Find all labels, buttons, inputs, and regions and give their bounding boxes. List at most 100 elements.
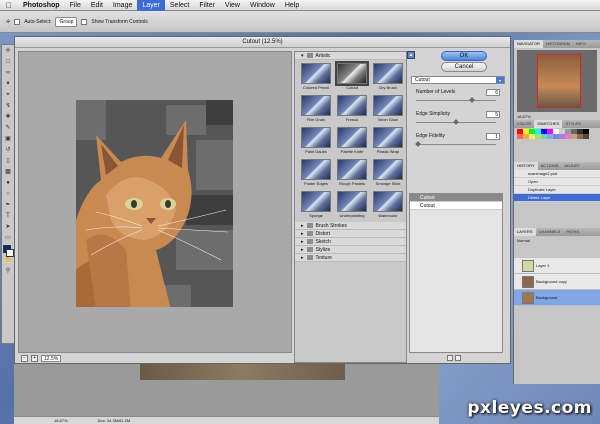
shape-icon[interactable]: ▭ — [3, 234, 13, 243]
tab-channels[interactable]: CHANNELS — [536, 228, 564, 236]
crop-icon[interactable]: ⌖ — [3, 91, 13, 100]
menu-select[interactable]: Select — [165, 0, 194, 11]
thumb-dry-brush[interactable]: Dry Brush — [371, 63, 405, 92]
blend-mode-select[interactable]: Normal — [514, 236, 600, 244]
hand-icon[interactable]: ✋ — [3, 256, 13, 265]
thumb-palette-knife[interactable]: Palette Knife — [335, 127, 369, 156]
preview-zoom-value[interactable]: 12.5% — [41, 355, 62, 362]
tab-actions[interactable]: ACTIONS — [538, 162, 562, 170]
layer-row[interactable]: Background — [514, 290, 600, 306]
stamp-icon[interactable]: ▣ — [3, 135, 13, 144]
menu-file[interactable]: File — [65, 0, 86, 11]
gradient-icon[interactable]: ▩ — [3, 168, 13, 177]
path-select-icon[interactable]: ➤ — [3, 223, 13, 232]
marquee-icon[interactable]: □ — [3, 58, 13, 67]
filter-select[interactable]: Cutout ▾ — [411, 76, 505, 84]
history-snapshot[interactable]: scanimage2.psd — [514, 170, 600, 178]
color-swatch[interactable] — [583, 134, 589, 139]
menu-filter[interactable]: Filter — [194, 0, 220, 11]
auto-select-checkbox[interactable] — [14, 18, 21, 25]
blur-icon[interactable]: ● — [3, 179, 13, 188]
menu-help[interactable]: Help — [280, 0, 304, 11]
history-step[interactable]: Open — [514, 178, 600, 186]
filter-preview[interactable] — [18, 51, 292, 353]
brush-icon[interactable]: ✎ — [3, 124, 13, 133]
fidelity-input[interactable]: 1 — [486, 133, 500, 140]
healing-icon[interactable]: ✚ — [3, 113, 13, 122]
layer-row[interactable]: Background copy — [514, 274, 600, 290]
tab-color[interactable]: COLOR — [514, 120, 534, 128]
effect-layer-item[interactable]: Cutout — [410, 202, 502, 210]
eyedropper-icon[interactable]: ↯ — [3, 102, 13, 111]
history-step[interactable]: Delete Layer — [514, 194, 600, 202]
type-icon[interactable]: T — [3, 212, 13, 221]
fidelity-slider-knob[interactable] — [415, 141, 421, 147]
thumb-sponge[interactable]: Sponge — [299, 191, 333, 220]
new-effect-layer-icon[interactable] — [447, 355, 453, 361]
apple-icon[interactable]:  — [0, 1, 18, 10]
folder-artistic[interactable]: ▾ Artistic — [295, 52, 406, 60]
transform-checkbox[interactable] — [81, 18, 88, 25]
menu-edit[interactable]: Edit — [86, 0, 108, 11]
tab-styles[interactable]: STYLES — [562, 120, 583, 128]
thumb-poster-edges[interactable]: Poster Edges — [299, 159, 333, 188]
wand-icon[interactable]: ✦ — [3, 80, 13, 89]
collapse-gallery-icon[interactable]: ▲ — [407, 51, 415, 59]
thumb-underpainting[interactable]: Underpainting — [335, 191, 369, 220]
folder-stylize[interactable]: ▸ Stylize — [295, 246, 406, 254]
thumb-cutout[interactable]: Cutout — [335, 61, 369, 92]
ok-button[interactable]: OK — [441, 51, 487, 61]
thumb-colored-pencil[interactable]: Colored Pencil — [299, 63, 333, 92]
menu-window[interactable]: Window — [245, 0, 280, 11]
levels-slider-knob[interactable] — [469, 97, 475, 103]
navigator-preview[interactable] — [517, 50, 597, 112]
navigator-view-box[interactable] — [537, 54, 581, 108]
folder-texture[interactable]: ▸ Texture — [295, 254, 406, 262]
zoom-in-button[interactable]: + — [31, 355, 38, 362]
thumb-watercolor[interactable]: Watercolor — [371, 191, 405, 220]
folder-sketch[interactable]: ▸ Sketch — [295, 238, 406, 246]
thumb-film-grain[interactable]: Film Grain — [299, 95, 333, 124]
thumb-smudge-stick[interactable]: Smudge Stick — [371, 159, 405, 188]
tab-paths[interactable]: PATHS — [563, 228, 582, 236]
delete-effect-layer-icon[interactable] — [455, 355, 461, 361]
tab-histogram[interactable]: HISTOGRAM — [543, 40, 573, 48]
zoom-icon[interactable]: ⚲ — [3, 267, 13, 276]
menu-view[interactable]: View — [220, 0, 245, 11]
layer-row[interactable]: Layer 1 — [514, 258, 600, 274]
simplicity-input[interactable]: 5 — [486, 111, 500, 118]
param-label: Edge Simplicity — [416, 111, 451, 117]
folder-brush-strokes[interactable]: ▸ Brush Strokes — [295, 222, 406, 230]
thumb-neon-glow[interactable]: Neon Glow — [371, 95, 405, 124]
menu-layer[interactable]: Layer — [137, 0, 165, 11]
swatches-grid[interactable] — [517, 129, 597, 139]
zoom-out-button[interactable]: − — [21, 355, 28, 362]
pen-icon[interactable]: ✒ — [3, 201, 13, 210]
history-brush-icon[interactable]: ↺ — [3, 146, 13, 155]
history-step[interactable]: Duplicate Layer — [514, 186, 600, 194]
background-color-swatch[interactable] — [6, 249, 14, 257]
levels-input[interactable]: 6 — [486, 89, 500, 96]
tab-adjust[interactable]: ADJUST — [561, 162, 583, 170]
tab-layers[interactable]: LAYERS — [514, 228, 536, 236]
menu-app-name[interactable]: Photoshop — [18, 0, 65, 11]
eraser-icon[interactable]: ▯ — [3, 157, 13, 166]
effect-layer-item[interactable]: Cutout — [410, 194, 502, 202]
thumb-plastic-wrap[interactable]: Plastic Wrap — [371, 127, 405, 156]
tab-info[interactable]: INFO — [573, 40, 589, 48]
tab-navigator[interactable]: NAVIGATOR — [514, 40, 543, 48]
thumb-rough-pastels[interactable]: Rough Pastels — [335, 159, 369, 188]
group-select[interactable]: Group — [55, 16, 78, 27]
thumb-fresco[interactable]: Fresco — [335, 95, 369, 124]
move-icon[interactable]: ✢ — [3, 47, 13, 56]
lasso-icon[interactable]: ∞ — [3, 69, 13, 78]
dodge-icon[interactable]: ○ — [3, 190, 13, 199]
cancel-button[interactable]: Cancel — [441, 62, 487, 72]
tab-history[interactable]: HISTORY — [514, 162, 538, 170]
menu-image[interactable]: Image — [108, 0, 137, 11]
tab-swatches[interactable]: SWATCHES — [534, 120, 563, 128]
move-tool-icon[interactable]: ✢ — [6, 19, 10, 25]
simplicity-slider-knob[interactable] — [453, 119, 459, 125]
folder-distort[interactable]: ▸ Distort — [295, 230, 406, 238]
thumb-paint-daubs[interactable]: Paint Daubs — [299, 127, 333, 156]
